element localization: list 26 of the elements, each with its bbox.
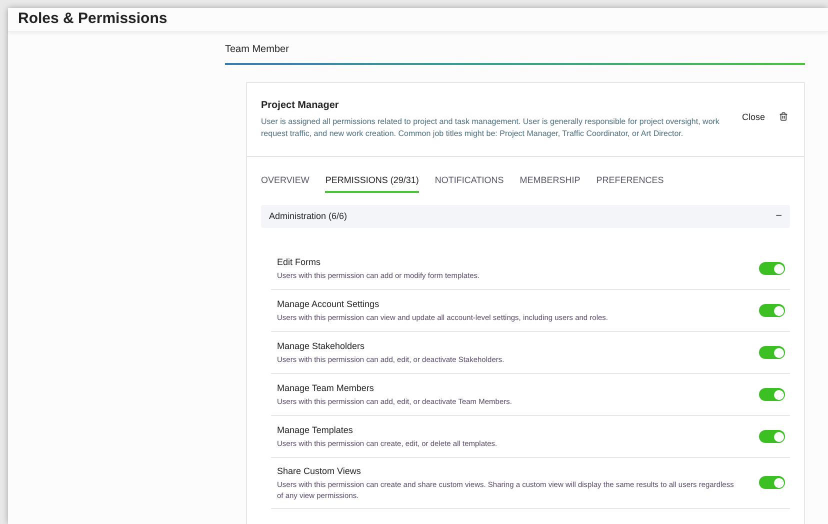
permission-name: Manage Templates: [277, 424, 354, 438]
permission-name: Share Custom Views: [277, 465, 362, 478]
tab[interactable]: PREFERENCES: [596, 174, 664, 193]
tab[interactable]: MEMBERSHIP: [520, 174, 580, 193]
page-title: Roles & Permissions: [18, 9, 168, 29]
collapse-toggle[interactable]: −: [776, 208, 782, 225]
tab[interactable]: PERMISSIONS (29/31): [325, 174, 419, 193]
permission-name: Edit Forms: [277, 256, 322, 270]
permission-toggle[interactable]: [759, 262, 785, 275]
permission-name: Manage Team Members: [277, 382, 375, 396]
role-name: Project Manager: [261, 98, 340, 112]
tab[interactable]: NOTIFICATIONS: [434, 174, 504, 193]
section-tab[interactable]: Team Member: [225, 42, 805, 62]
tab[interactable]: OVERVIEW: [261, 174, 310, 193]
permission-name: Manage Stakeholders: [277, 340, 366, 354]
close-button[interactable]: Close: [742, 110, 765, 124]
group-title: Administration (6/6): [269, 210, 348, 223]
delete-icon[interactable]: [779, 112, 788, 120]
permission-toggle[interactable]: [759, 346, 785, 359]
permission-name: Manage Account Settings: [277, 298, 380, 312]
group-header[interactable]: Administration (6/6) −: [261, 205, 790, 228]
permission-toggle[interactable]: [759, 388, 785, 401]
permission-toggle[interactable]: [759, 476, 785, 490]
permission-toggle[interactable]: [759, 304, 785, 317]
permission-toggle[interactable]: [759, 430, 785, 443]
role-description: User is assigned all permissions related to project and task management. User is generally responsible for project oversight, work request traffic, and new work creation. Common job titles might be: Project Manager, Traffic Coordinator, or Art Director.: [261, 116, 720, 140]
